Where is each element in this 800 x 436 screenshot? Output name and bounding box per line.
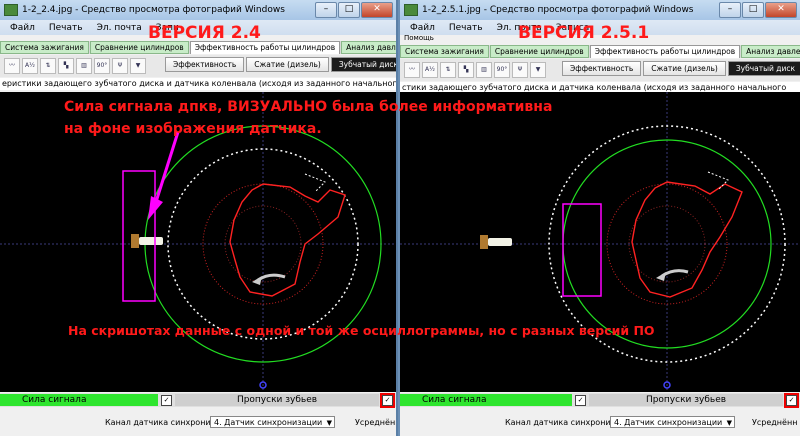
line-chart-icon[interactable]: 〰 xyxy=(404,62,420,78)
tab-cylinder-compare[interactable]: Сравнение цилиндров xyxy=(489,45,589,58)
maximize-icon[interactable]: □ xyxy=(338,2,360,18)
left-description: еристики задающего зубчатого диска и дат… xyxy=(0,78,396,90)
tab-cylinder-compare[interactable]: Сравнение цилиндров xyxy=(89,41,189,54)
sync-channel-select[interactable]: 4. Датчик синхронизации ▼ xyxy=(210,416,335,428)
toothed-disc-button[interactable]: Зубчатый диск xyxy=(727,61,800,76)
left-bottom-panel: Канал датчика синхронизации 4. Датчик си… xyxy=(0,408,396,436)
signal-checkbox[interactable]: ✓ xyxy=(575,394,586,406)
menu-email[interactable]: Эл. почта xyxy=(497,23,542,33)
left-plot-svg xyxy=(0,92,396,392)
fork-icon[interactable]: Ψ xyxy=(512,62,528,78)
compression-diesel-button[interactable]: Сжатие (дизель) xyxy=(643,61,726,76)
sync-channel-value: 4. Датчик синхронизации xyxy=(614,418,723,427)
signal-strength-label: Сила сигнала xyxy=(0,394,158,406)
close-icon[interactable]: ✕ xyxy=(361,2,393,18)
tab-pressure-analysis[interactable]: Анализ давления в цилиндре xyxy=(741,45,800,58)
marker-icon[interactable]: ▼ xyxy=(130,58,146,74)
left-status-bar: Сила сигнала ✓ Пропуски зубьев ✓ xyxy=(0,392,396,408)
channel-icon[interactable]: ⇅ xyxy=(40,58,56,74)
left-menubar: Файл Печать Эл. почта Запи xyxy=(0,20,396,35)
sensor-icon xyxy=(480,235,512,249)
chevron-down-icon: ▼ xyxy=(726,419,732,427)
menu-file[interactable]: Файл xyxy=(10,23,35,33)
minimize-icon[interactable]: – xyxy=(719,2,741,18)
left-polar-plot xyxy=(0,92,396,392)
signal-strength-label: Сила сигнала xyxy=(400,394,572,406)
left-window: 1-2_2.4.jpg - Средство просмотра фотогра… xyxy=(0,0,398,436)
left-title: 1-2_2.4.jpg - Средство просмотра фотогра… xyxy=(22,5,285,15)
photo-viewer-icon xyxy=(404,4,418,16)
sensor-icon xyxy=(131,234,163,248)
averaging-label: Усреднённ xyxy=(752,418,798,427)
tab-cylinder-efficiency[interactable]: Эффективность работы цилиндров xyxy=(589,45,741,58)
right-polar-plot xyxy=(400,92,800,392)
close-icon[interactable]: ✕ xyxy=(765,2,797,18)
tab-cylinder-efficiency[interactable]: Эффективность работы цилиндров xyxy=(189,41,341,54)
signal-highlight-box xyxy=(562,203,602,297)
tab-pressure-analysis[interactable]: Анализ давления в цилиндре xyxy=(341,41,396,54)
efficiency-button[interactable]: Эффективность xyxy=(165,57,245,72)
signal-icon[interactable]: ▚ xyxy=(458,62,474,78)
channel-icon[interactable]: ⇅ xyxy=(440,62,456,78)
maximize-icon[interactable]: □ xyxy=(742,2,764,18)
tab-ignition[interactable]: Система зажигания xyxy=(400,45,489,58)
averaging-label: Усреднённ xyxy=(355,418,398,427)
menu-record[interactable]: Записа xyxy=(556,23,589,33)
rotation-arrow-icon xyxy=(661,269,689,278)
signal-icon[interactable]: ▚ xyxy=(58,58,74,74)
scale-icon[interactable]: A½ xyxy=(422,62,438,78)
minimize-icon[interactable]: – xyxy=(315,2,337,18)
missing-teeth-label: Пропуски зубьев xyxy=(589,394,783,406)
rotation-arrow-icon xyxy=(257,273,286,282)
sync-channel-value: 4. Датчик синхронизации xyxy=(214,418,323,427)
menu-email[interactable]: Эл. почта xyxy=(97,23,142,33)
compression-diesel-button[interactable]: Сжатие (дизель) xyxy=(246,57,329,72)
menu-print[interactable]: Печать xyxy=(49,23,83,33)
bars-icon[interactable]: ▥ xyxy=(76,58,92,74)
scale-icon[interactable]: A½ xyxy=(22,58,38,74)
chevron-down-icon: ▼ xyxy=(326,419,332,427)
fork-icon[interactable]: Ψ xyxy=(112,58,128,74)
right-titlebar: 1-2_2.5.1.jpg - Средство просмотра фотог… xyxy=(400,0,800,20)
efficiency-button[interactable]: Эффективность xyxy=(562,61,642,76)
marker-icon[interactable]: ▼ xyxy=(530,62,546,78)
right-status-bar: Сила сигнала ✓ Пропуски зубьев ✓ xyxy=(400,392,800,408)
right-tabs: Система зажигания Сравнение цилиндров Эф… xyxy=(400,45,800,58)
right-title: 1-2_2.5.1.jpg - Средство просмотра фотог… xyxy=(422,5,694,15)
missing-teeth-checkbox[interactable]: ✓ xyxy=(784,392,799,408)
right-plot-svg xyxy=(400,92,800,392)
photo-viewer-icon xyxy=(4,4,18,16)
bars-icon[interactable]: ▥ xyxy=(476,62,492,78)
help-menu[interactable]: Помощь xyxy=(404,34,434,42)
sync-channel-select[interactable]: 4. Датчик синхронизации ▼ xyxy=(610,416,735,428)
right-toolbar: 〰 A½ ⇅ ▚ ▥ 90° Ψ ▼ Эффективность Сжатие … xyxy=(400,59,800,81)
missing-teeth-label: Пропуски зубьев xyxy=(175,394,379,406)
tab-ignition[interactable]: Система зажигания xyxy=(0,41,89,54)
menu-print[interactable]: Печать xyxy=(449,23,483,33)
menu-record[interactable]: Запи xyxy=(156,23,179,33)
red-polar-trace xyxy=(631,181,743,298)
degree-icon[interactable]: 90° xyxy=(94,58,110,74)
missing-teeth-checkbox[interactable]: ✓ xyxy=(380,392,395,408)
signal-checkbox[interactable]: ✓ xyxy=(161,394,172,406)
left-toolbar: 〰 A½ ⇅ ▚ ▥ 90° Ψ ▼ Эффективность Сжатие … xyxy=(0,55,396,77)
left-tabs: Система зажигания Сравнение цилиндров Эф… xyxy=(0,41,396,54)
degree-icon[interactable]: 90° xyxy=(494,62,510,78)
right-menubar: Файл Печать Эл. почта Записа xyxy=(400,20,800,35)
line-chart-icon[interactable]: 〰 xyxy=(4,58,20,74)
toothed-disc-button[interactable]: Зубчатый диск xyxy=(330,57,396,72)
red-polar-trace xyxy=(229,183,346,297)
right-bottom-panel: Канал датчика синхронизации 4. Датчик си… xyxy=(400,408,800,436)
right-window: 1-2_2.5.1.jpg - Средство просмотра фотог… xyxy=(400,0,800,436)
left-titlebar: 1-2_2.4.jpg - Средство просмотра фотогра… xyxy=(0,0,396,20)
menu-file[interactable]: Файл xyxy=(410,23,435,33)
